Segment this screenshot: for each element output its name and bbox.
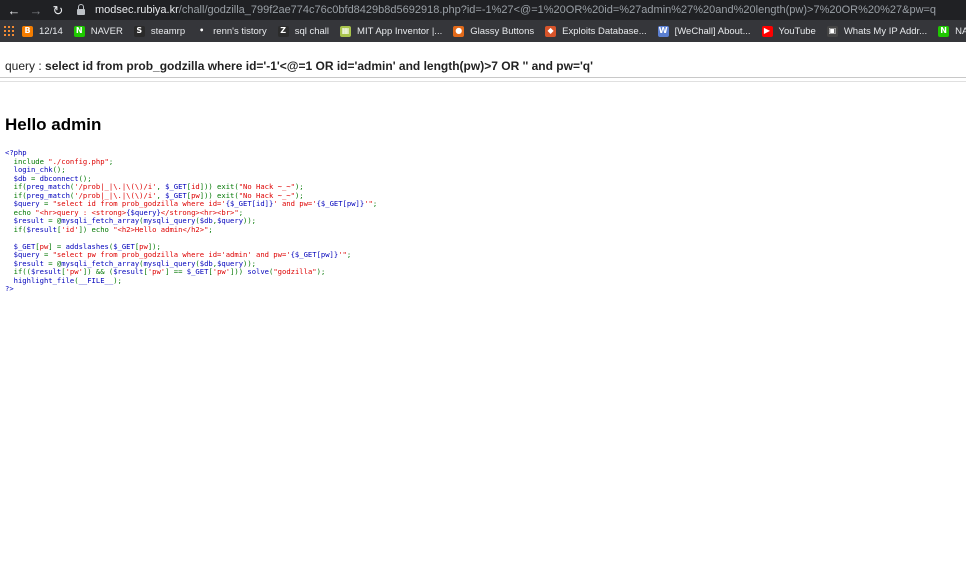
code-line: if($result['id']) echo "<h2>Hello admin<… — [5, 224, 905, 235]
divider — [0, 81, 966, 82]
naver-icon: N — [938, 25, 950, 37]
code-token: $result — [26, 224, 57, 234]
divider — [0, 77, 966, 78]
bookmark-item[interactable]: N NAVER — [938, 25, 966, 37]
bookmark-label: [WeChall] About... — [674, 25, 751, 37]
bookmark-item[interactable]: ▣ Whats My IP Addr... — [826, 25, 928, 37]
lock-icon[interactable] — [76, 4, 86, 16]
blogger-icon: B — [22, 25, 33, 37]
bookmark-label: YouTube — [778, 25, 816, 37]
bookmark-item[interactable]: B 12/14 — [22, 25, 63, 37]
tistory-icon: • — [196, 25, 208, 37]
code-token: $query — [217, 216, 244, 225]
bookmark-item[interactable]: • renn's tistory — [196, 25, 267, 37]
code-token: 'id' — [61, 224, 79, 234]
query-line: query : select id from prob_godzilla whe… — [5, 59, 593, 73]
bookmarks-bar: B 12/14 N NAVER Ssteamrp • renn's tistory Zsql … — [0, 20, 966, 42]
bookmark-label: MIT App Inventor |... — [357, 25, 443, 37]
code-token: ; — [346, 250, 352, 259]
code-token: solve — [247, 267, 270, 276]
glassy-buttons-icon: ● — [453, 25, 465, 37]
code-token: ] == — [165, 267, 187, 276]
php-source-code: <?php include "./config.php"; login_chk(… — [5, 148, 905, 294]
z-icon: Z — [277, 25, 289, 37]
code-line: <?php — [5, 148, 905, 158]
reload-icon[interactable]: ↻ — [47, 0, 69, 20]
query-sql: select id from prob_godzilla where id='-… — [45, 59, 593, 73]
browser-toolbar: ← → ↻ modsec.rubiya.kr/chall/godzilla_79… — [0, 0, 966, 20]
back-arrow-icon[interactable]: ← — [3, 0, 25, 20]
bookmark-item[interactable]: ▶ YouTube — [761, 25, 816, 37]
forward-arrow-icon[interactable]: → — [25, 0, 47, 20]
bookmark-item[interactable]: ◆ Exploits Database... — [545, 25, 647, 37]
code-token: __FILE__ — [78, 275, 114, 285]
bookmark-label: steamrp — [150, 25, 186, 37]
bookmark-label: Glassy Buttons — [470, 25, 535, 37]
code-token: ; — [372, 199, 378, 208]
bookmark-item[interactable]: N NAVER — [73, 25, 123, 37]
code-token: ; — [108, 156, 114, 166]
url-path: /chall/godzilla_799f2ae774c76c0bfd8429b8… — [178, 4, 937, 16]
whatsmyip-icon: ▣ — [826, 25, 838, 37]
steam-icon: S — [133, 25, 145, 37]
code-line: ?> — [5, 284, 905, 294]
bookmark-label: Whats My IP Addr... — [843, 25, 928, 37]
bookmark-label: NAVER — [90, 25, 123, 37]
code-token: 'pw' — [147, 267, 166, 276]
code-token: ); — [316, 267, 326, 276]
exploit-db-icon: ◆ — [545, 25, 557, 37]
code-token: '" — [338, 250, 347, 259]
code-token: 'pw' — [212, 267, 231, 276]
bookmark-label: 12/14 — [39, 25, 63, 37]
bookmark-item[interactable]: W [WeChall] About... — [657, 25, 751, 37]
code-token: "godzilla" — [273, 267, 317, 276]
bookmark-item[interactable]: Zsql chall — [277, 25, 330, 37]
bookmark-label: renn's tistory — [213, 25, 267, 37]
code-token: "<h2>Hello admin</h2>" — [113, 224, 209, 234]
bookmark-item[interactable]: Ssteamrp — [133, 25, 186, 37]
code-line: login_chk(); — [5, 165, 905, 175]
naver-icon: N — [73, 25, 85, 37]
code-token: highlight_file — [5, 275, 75, 285]
code-token: $_GET — [186, 267, 209, 276]
bookmark-label: NAVER — [955, 25, 966, 37]
apps-grid-icon[interactable] — [4, 26, 14, 36]
page-content: query : select id from prob_godzilla whe… — [0, 42, 966, 564]
code-line: include "./config.php"; — [5, 156, 905, 167]
address-bar[interactable]: modsec.rubiya.kr/chall/godzilla_799f2ae7… — [76, 1, 962, 19]
bookmark-item[interactable]: ▦ MIT App Inventor |... — [340, 25, 443, 37]
code-token: {$_GET[pw]} — [316, 199, 365, 208]
code-token: ; — [208, 224, 213, 234]
wechall-icon: W — [657, 25, 669, 37]
bookmark-label: sql chall — [294, 25, 330, 37]
code-line: if(($result['pw']) && ($result['pw'] == … — [5, 267, 905, 277]
code-line: highlight_file(__FILE__); — [5, 275, 905, 286]
code-token: ])) — [230, 267, 248, 276]
hello-heading: Hello admin — [5, 115, 102, 134]
app-inventor-icon: ▦ — [340, 25, 352, 37]
bookmark-item[interactable]: ● Glassy Buttons — [453, 25, 535, 37]
code-token: ?> — [5, 284, 14, 293]
code-token: if( — [5, 224, 27, 234]
youtube-icon: ▶ — [761, 25, 773, 37]
code-token: {$_GET[pw]} — [290, 250, 339, 259]
code-token: '" — [364, 199, 373, 208]
bookmark-label: Exploits Database... — [562, 25, 647, 37]
query-prefix: query : — [5, 59, 46, 73]
code-token: )); — [243, 216, 257, 225]
code-token: ); — [113, 275, 122, 285]
code-token: ]) echo — [78, 224, 114, 234]
url-host: modsec.rubiya.kr — [95, 4, 179, 16]
code-token: ' and pw=' — [273, 199, 317, 208]
